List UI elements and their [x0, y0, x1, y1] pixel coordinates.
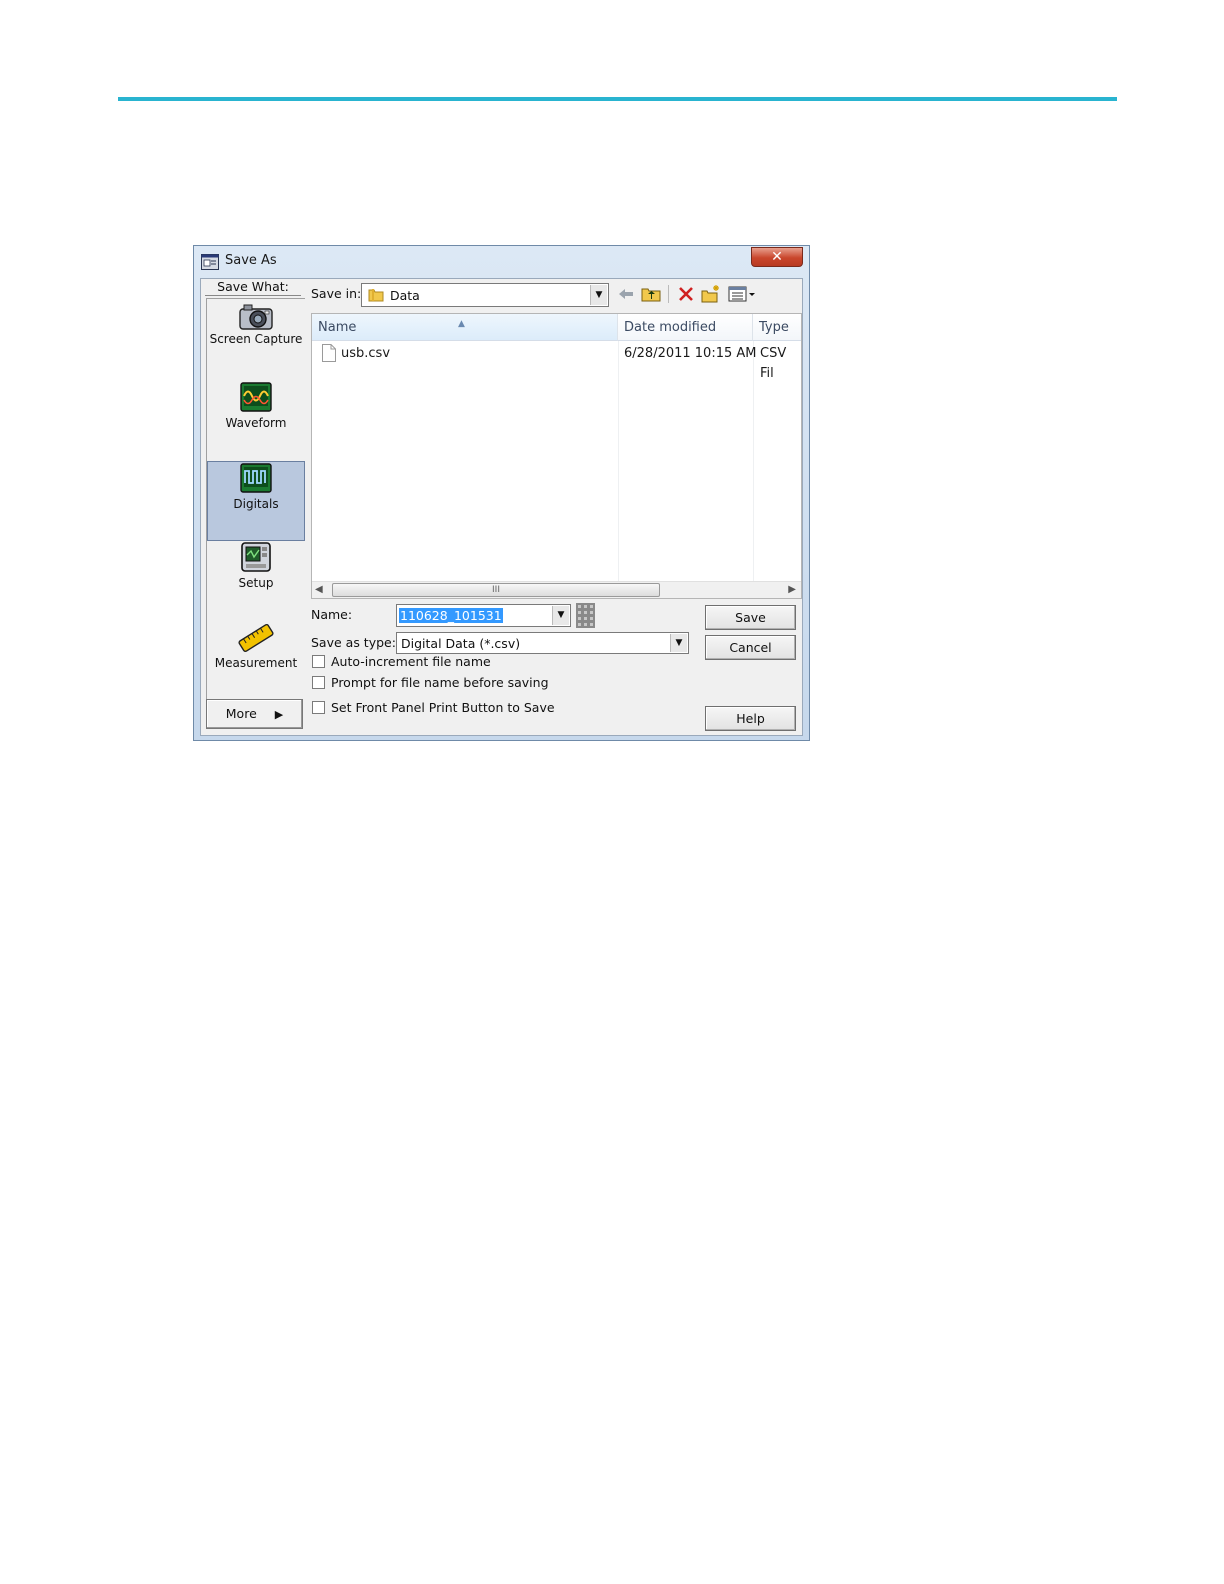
arrow-right-icon: ▶: [274, 708, 284, 721]
category-screen-capture[interactable]: Screen Capture: [207, 301, 305, 381]
back-icon[interactable]: [616, 284, 636, 304]
file-name-cell: usb.csv: [341, 346, 391, 361]
save-as-type-label: Save as type:: [311, 635, 396, 650]
save-what-label: Save What:: [205, 279, 301, 296]
delete-icon[interactable]: [676, 284, 696, 304]
scroll-right-icon[interactable]: ▶: [788, 584, 796, 595]
dialog-title: Save As: [225, 253, 277, 268]
name-label: Name:: [311, 607, 353, 622]
prompt-file-name-checkbox[interactable]: [312, 676, 325, 689]
save-in-label: Save in:: [311, 286, 362, 301]
app-icon: [201, 254, 219, 270]
toolbar-separator: [668, 285, 669, 303]
column-header-name[interactable]: ▲ Name: [312, 314, 618, 341]
more-label: More: [225, 706, 257, 721]
file-list[interactable]: ▲ Name Date modified Type usb.csv 6/28/2…: [311, 313, 802, 599]
column-header-date[interactable]: Date modified: [618, 314, 753, 341]
category-label: Digitals: [233, 497, 279, 511]
column-header-label: Date modified: [624, 320, 717, 335]
title-bar[interactable]: Save As ✕: [194, 246, 809, 278]
column-divider: [618, 341, 619, 581]
column-header-type[interactable]: Type: [753, 314, 801, 341]
ruler-icon: [238, 623, 274, 653]
scroll-thumb[interactable]: III: [332, 583, 660, 597]
save-as-type-dropdown[interactable]: Digital Data (*.csv) ▼: [396, 632, 689, 654]
category-label: Measurement: [214, 656, 298, 670]
print-button-save-label[interactable]: Set Front Panel Print Button to Save: [331, 700, 555, 715]
file-name-field[interactable]: 110628_101531 ▼: [396, 604, 571, 627]
digitals-icon: [240, 463, 272, 493]
close-icon: ✕: [771, 249, 783, 265]
category-digitals[interactable]: Digitals: [207, 461, 305, 541]
folder-icon: [368, 289, 384, 302]
category-measurement[interactable]: Measurement: [207, 621, 305, 701]
file-icon: [322, 344, 336, 362]
column-header-label: Type: [759, 320, 789, 335]
save-in-dropdown[interactable]: Data ▼: [361, 283, 609, 307]
column-header-label: Name: [318, 320, 357, 335]
more-button[interactable]: More ▶: [206, 699, 303, 729]
category-label: Setup: [238, 576, 274, 590]
grip-icon: III: [492, 585, 500, 595]
setup-icon: [241, 542, 271, 572]
save-as-dialog: Save As ✕ Save What: Screen Capture Wave…: [193, 245, 810, 741]
save-as-type-value: Digital Data (*.csv): [401, 636, 521, 651]
header-rule: [118, 97, 1117, 101]
file-type-cell: CSV Fil: [760, 346, 787, 381]
new-folder-icon[interactable]: [701, 284, 721, 304]
save-button[interactable]: Save: [705, 605, 796, 630]
category-list: Screen Capture Waveform Digitals Setup M…: [206, 298, 305, 699]
cancel-button[interactable]: Cancel: [705, 635, 796, 660]
chevron-down-icon[interactable]: ▼: [590, 285, 607, 305]
horizontal-scrollbar[interactable]: ◀ III ▶: [312, 581, 801, 598]
waveform-icon: [240, 382, 272, 412]
sort-ascending-icon: ▲: [458, 319, 465, 329]
save-what-pane: Save What: Screen Capture Waveform Digit…: [201, 279, 306, 735]
print-button-save-checkbox[interactable]: [312, 701, 325, 714]
category-label: Screen Capture: [209, 332, 303, 346]
file-date-cell: 6/28/2011 10:15 AM: [624, 346, 757, 361]
dialog-body: Save What: Screen Capture Waveform Digit…: [200, 278, 803, 736]
chevron-down-icon[interactable]: ▼: [552, 606, 569, 625]
category-setup[interactable]: Setup: [207, 541, 305, 621]
file-name-value: 110628_101531: [399, 608, 503, 623]
save-in-value: Data: [390, 288, 420, 303]
keypad-icon[interactable]: [576, 603, 595, 628]
chevron-down-icon[interactable]: ▼: [670, 634, 687, 652]
up-folder-icon[interactable]: [641, 284, 661, 304]
auto-increment-label[interactable]: Auto-increment file name: [331, 654, 491, 669]
help-button[interactable]: Help: [705, 706, 796, 731]
view-menu-icon[interactable]: [727, 284, 757, 304]
category-waveform[interactable]: Waveform: [207, 381, 305, 461]
prompt-file-name-label[interactable]: Prompt for file name before saving: [331, 675, 549, 690]
close-button[interactable]: ✕: [751, 247, 803, 267]
column-divider: [753, 341, 754, 581]
scroll-left-icon[interactable]: ◀: [315, 584, 323, 595]
auto-increment-checkbox[interactable]: [312, 655, 325, 668]
category-label: Waveform: [225, 416, 287, 430]
camera-icon: [239, 304, 273, 330]
